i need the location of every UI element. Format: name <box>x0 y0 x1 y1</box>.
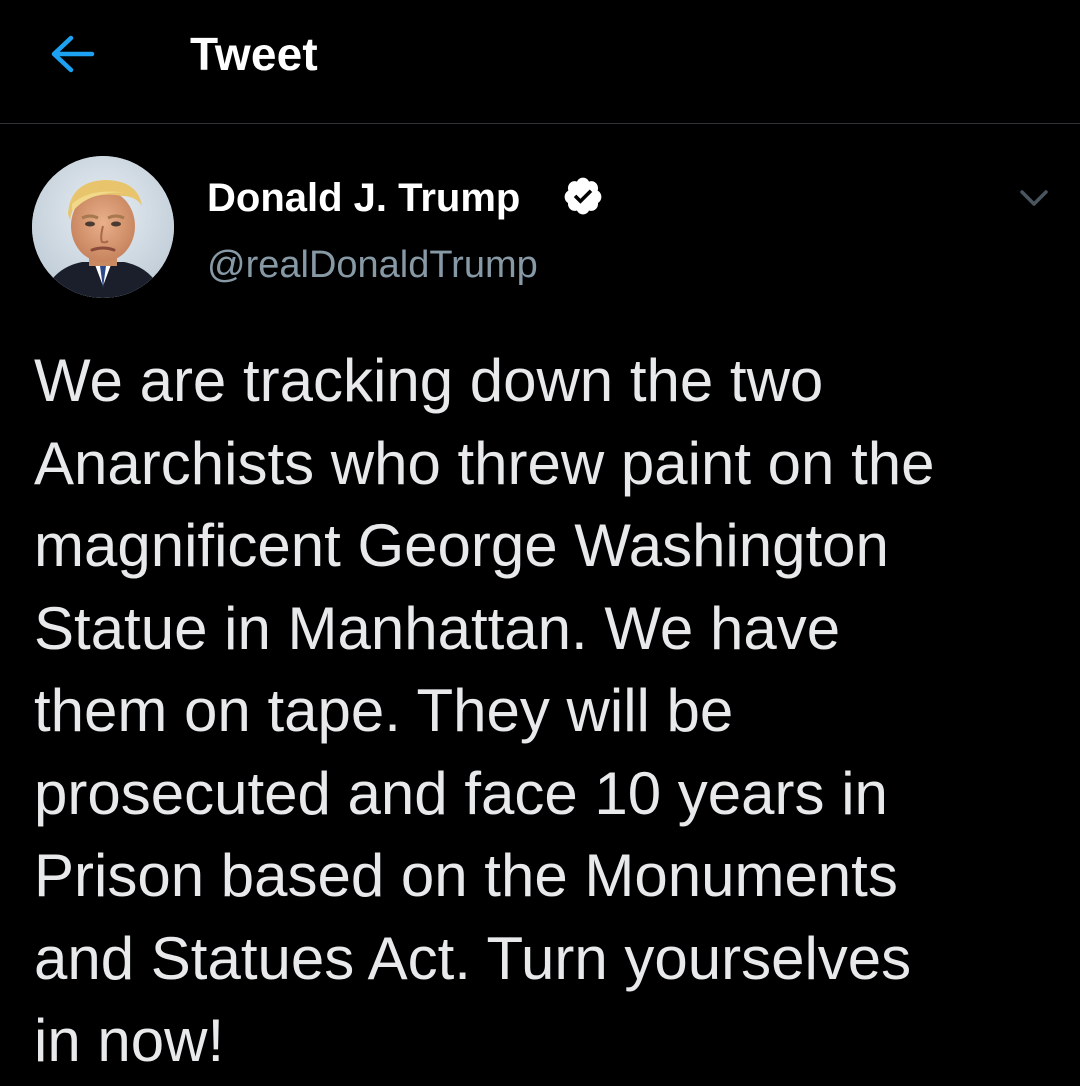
tweet-text-line: prosecuted and face 10 years in <box>34 759 888 827</box>
tweet-text-line: Statue in Manhattan. We have <box>34 594 841 662</box>
avatar[interactable] <box>32 156 174 298</box>
tweet-text: We are tracking down the two Anarchists … <box>34 340 1054 1083</box>
chevron-down-icon[interactable] <box>1012 180 1056 216</box>
avatar-photo <box>32 156 174 298</box>
tweet-text-line: them on tape. They will be <box>34 677 734 744</box>
author-handle[interactable]: @realDonaldTrump <box>207 242 538 288</box>
tweet-text-line: Prison based on the Monuments <box>34 842 898 909</box>
page-title: Tweet <box>190 28 318 80</box>
author-name[interactable]: Donald J. Trump <box>207 174 520 222</box>
tweet-text-line: Anarchists who threw paint on the <box>34 429 935 497</box>
top-app-bar: Tweet <box>0 0 1080 124</box>
tweet-text-line: We are tracking down the two <box>34 347 824 414</box>
tweet-text-line: and Statues Act. Turn yourselves <box>34 924 912 992</box>
tweet-text-line: magnificent George Washington <box>34 512 889 579</box>
verified-badge-icon <box>564 177 602 215</box>
tweet-text-line: in now! <box>34 1007 225 1074</box>
back-button[interactable] <box>44 26 100 82</box>
arrow-left-icon <box>51 35 95 73</box>
